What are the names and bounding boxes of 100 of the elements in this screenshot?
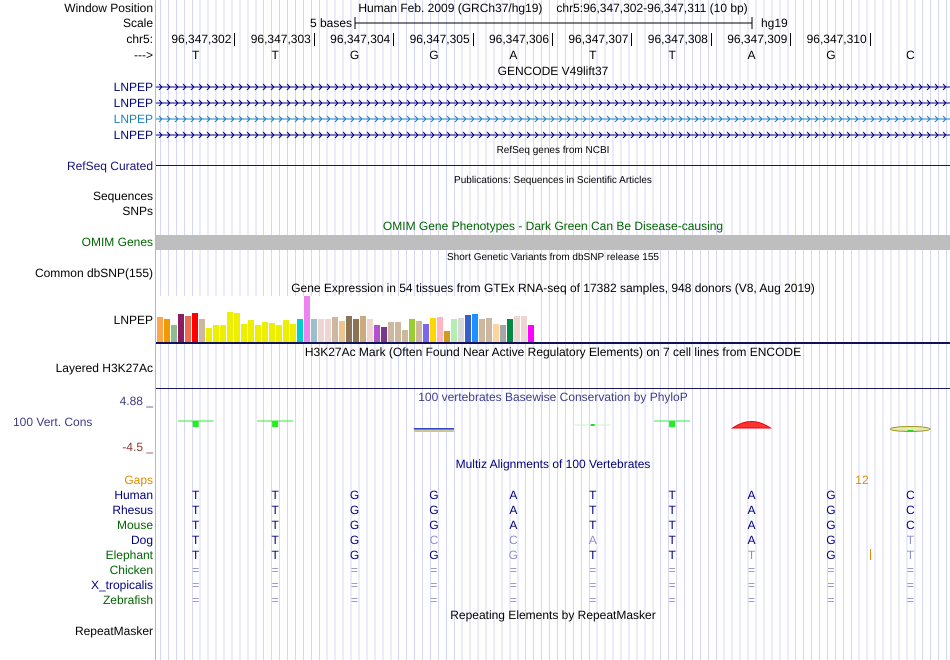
alignment-base: C: [906, 488, 915, 502]
alignment-base: T: [192, 548, 200, 562]
alignment-base: =: [668, 578, 676, 592]
alignment-base: G: [350, 518, 360, 532]
track-label: chr5:: [126, 32, 153, 46]
assembly-title: Human Feb. 2009 (GRCh37/hg19): [358, 0, 542, 14]
alignment-base: G: [350, 548, 360, 562]
alignment-base: =: [510, 592, 517, 606]
track-label: Zebrafish: [102, 592, 153, 606]
gap-count: 12: [855, 472, 870, 486]
alignment-base: T: [271, 532, 279, 546]
alignment-base: T: [589, 518, 596, 532]
track-label: OMIM Genes: [82, 235, 153, 249]
alignment-base: =: [748, 592, 756, 606]
alignment-base: G: [826, 532, 836, 546]
alignment-base: =: [510, 578, 517, 592]
track-title: H3K27Ac Mark (Often Found Near Active Regulatory Elements) on 7 cell lines from ENCODE: [304, 345, 802, 359]
base-letter: A: [748, 48, 756, 62]
track-title: 100 vertebrates Basewise Conservation by PhyloP: [418, 390, 688, 404]
alignment-base: T: [192, 518, 200, 532]
alignment-base: =: [272, 562, 279, 576]
track-label: Common dbSNP(155): [34, 266, 153, 280]
track-label: Dog: [130, 532, 153, 546]
base-letter: G: [350, 48, 360, 62]
base-letter: C: [906, 48, 915, 62]
alignment-base: T: [668, 518, 676, 532]
ruler-position: 96,347,310: [806, 32, 871, 46]
assembly-label: hg19: [761, 16, 788, 30]
alignment-base: G: [508, 548, 518, 562]
alignment-base: T: [748, 548, 756, 562]
alignment-base: T: [271, 488, 279, 502]
track-label: Layered H3K27Ac: [56, 361, 153, 375]
alignment-base: C: [906, 502, 915, 516]
track-label: Gaps: [124, 472, 153, 486]
alignment-base: A: [588, 532, 597, 546]
track-label: LNPEP: [114, 80, 153, 94]
track-label: Mouse: [116, 518, 153, 532]
track-label: 100 Vert. Cons: [12, 415, 94, 429]
alignment-base: =: [430, 592, 438, 606]
alignment-base: =: [906, 562, 914, 576]
ruler-position: 96,347,303: [250, 32, 315, 46]
alignment-base: =: [351, 592, 358, 606]
alignment-base: =: [906, 592, 914, 606]
alignment-base: T: [589, 488, 596, 502]
alignment-base: T: [271, 518, 279, 532]
alignment-base: T: [906, 532, 914, 546]
alignment-base: A: [748, 488, 756, 502]
alignment-base: =: [272, 578, 279, 592]
track-label: Window Position: [64, 0, 153, 14]
alignment-base: C: [508, 532, 518, 546]
alignment-base: =: [668, 562, 676, 576]
ruler-position: 96,347,302: [171, 32, 236, 46]
track-label: Sequences: [92, 188, 153, 202]
alignment-base: T: [589, 548, 596, 562]
track-title: Repeating Elements by RepeatMasker: [450, 608, 656, 622]
alignment-base: G: [826, 488, 836, 502]
base-letter: T: [589, 48, 596, 62]
ruler-position: 96,347,307: [568, 32, 632, 46]
track-label: Human: [114, 488, 153, 502]
axis-min-label: -4.5 _: [121, 440, 153, 454]
track-label: Rhesus: [112, 502, 153, 516]
ruler-position: 96,347,306: [488, 32, 554, 46]
track-label: LNPEP: [114, 128, 153, 142]
alignment-base: T: [668, 532, 676, 546]
track-title: Publications: Sequences in Scientific Articles: [454, 175, 652, 186]
alignment-base: C: [906, 518, 915, 532]
track-label: SNPs: [122, 204, 153, 218]
alignment-base: =: [748, 578, 756, 592]
base-letter: T: [192, 48, 200, 62]
alignment-base: =: [192, 592, 200, 606]
alignment-base: T: [668, 502, 676, 516]
ruler-position: 96,347,309: [727, 32, 792, 46]
alignment-base: A: [748, 502, 756, 516]
alignment-base: =: [827, 592, 834, 606]
track-title: Multiz Alignments of 100 Vertebrates: [456, 457, 650, 471]
alignment-base: G: [826, 502, 836, 516]
alignment-base: A: [748, 532, 756, 546]
alignment-base: =: [192, 562, 200, 576]
alignment-base: A: [509, 502, 518, 516]
alignment-base: A: [509, 488, 518, 502]
alignment-base: G: [429, 518, 439, 532]
base-letter: G: [429, 48, 439, 62]
alignment-base: =: [351, 578, 358, 592]
alignment-base: =: [668, 592, 676, 606]
alignment-base: T: [668, 548, 676, 562]
alignment-base: G: [826, 518, 836, 532]
track-title: Gene Expression in 54 tissues from GTEx RNA-seq of 17382 samples, 948 donors (V8, Aug 2019): [291, 281, 815, 295]
alignment-base: T: [271, 548, 279, 562]
alignment-base: G: [429, 502, 439, 516]
track-label: RefSeq Curated: [66, 158, 153, 172]
alignment-base: T: [906, 548, 914, 562]
track-label: Elephant: [106, 548, 153, 562]
alignment-base: =: [906, 578, 914, 592]
ruler-position: 96,347,304: [330, 32, 394, 46]
alignment-base: =: [827, 562, 834, 576]
alignment-base: T: [192, 488, 200, 502]
scale-text: 5 bases: [310, 16, 352, 30]
alignment-base: =: [430, 578, 438, 592]
track-title: GENCODE V49lift37: [498, 64, 608, 78]
alignment-base: =: [510, 562, 517, 576]
